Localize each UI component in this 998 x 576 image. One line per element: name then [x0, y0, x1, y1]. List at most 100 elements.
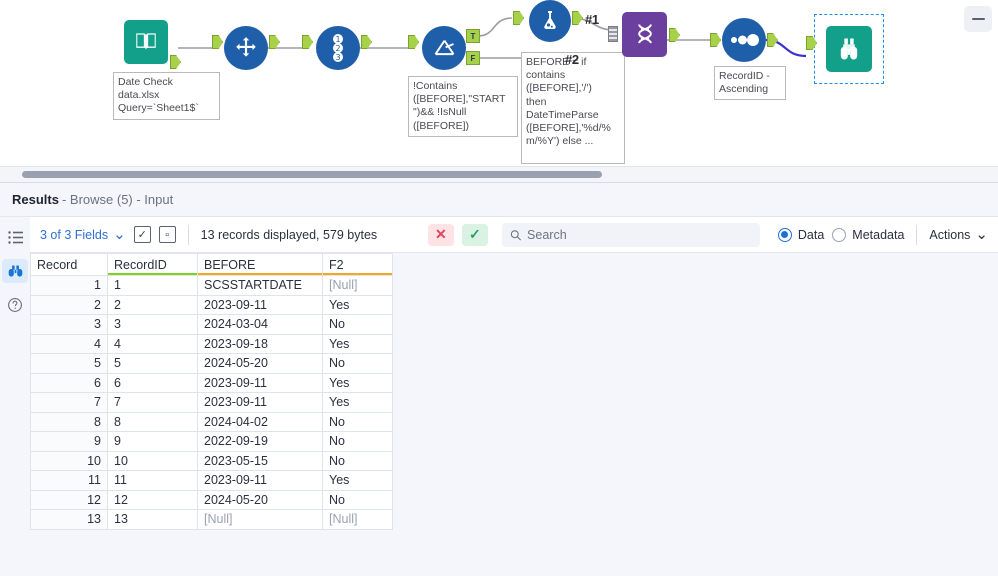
- table-row[interactable]: 6 6 2023-09-11 Yes: [30, 372, 393, 393]
- cancel-button[interactable]: ✕: [427, 223, 454, 246]
- search-input[interactable]: [527, 227, 752, 242]
- table-row[interactable]: 3 3 2024-03-04 No: [30, 314, 393, 335]
- column-header-label: F2: [329, 257, 344, 272]
- cell-before: 2024-04-02: [197, 411, 323, 432]
- sort-tool[interactable]: [710, 18, 778, 62]
- cell-f2: Yes: [322, 470, 393, 491]
- binoculars-icon[interactable]: [2, 259, 28, 283]
- table-row[interactable]: 10 10 2023-05-15 No: [30, 450, 393, 471]
- book-icon: [124, 20, 168, 64]
- search-field[interactable]: [501, 222, 760, 247]
- column-header-label: Record: [37, 257, 78, 272]
- list-view-icon[interactable]: [2, 225, 28, 249]
- table-row[interactable]: 4 4 2023-09-18 Yes: [30, 333, 393, 354]
- formula-annotation: BEFORE = if contains ([BEFORE],'/') then…: [521, 52, 625, 164]
- table-row[interactable]: 12 12 2024-05-20 No: [30, 489, 393, 510]
- column-type-indicator: [108, 272, 197, 275]
- clear-square-icon[interactable]: ▫: [158, 226, 176, 243]
- flask-icon: [529, 0, 571, 42]
- results-subtitle: - Browse (5) - Input: [61, 192, 174, 207]
- search-icon: [510, 229, 521, 240]
- cell-f2: [Null]: [322, 275, 393, 296]
- formula-tool[interactable]: [513, 0, 583, 42]
- cell-before: 2023-09-11: [197, 392, 323, 413]
- filter-annotation: !Contains ([BEFORE],"START ")&& !IsNull …: [408, 76, 518, 137]
- canvas-horizontal-scrollbar[interactable]: [0, 166, 998, 182]
- sort-dots-icon: [722, 18, 766, 62]
- cell-recordid: 1: [107, 275, 198, 296]
- workflow-canvas[interactable]: Date Check data.xlsx Query=`Sheet1$` 1 2…: [0, 0, 998, 166]
- metadata-radio[interactable]: [832, 227, 847, 242]
- cell-record: 3: [30, 314, 108, 335]
- cell-before: 2024-05-20: [197, 353, 323, 374]
- view-option-data[interactable]: Data: [777, 227, 825, 242]
- column-header-before[interactable]: BEFORE: [197, 253, 323, 276]
- cell-f2: Yes: [322, 294, 393, 315]
- cell-record: 7: [30, 392, 108, 413]
- fields-label: 3 of 3 Fields: [40, 227, 109, 242]
- help-icon[interactable]: [2, 293, 28, 317]
- filter-tool[interactable]: T F: [408, 26, 480, 70]
- cell-before: [Null]: [197, 509, 323, 530]
- select-tool[interactable]: [212, 26, 280, 70]
- data-radio[interactable]: [777, 227, 792, 242]
- cell-f2: Yes: [322, 392, 393, 413]
- formula-output-label: #1: [585, 12, 599, 27]
- fields-selector[interactable]: 3 of 3 Fields ⌄: [40, 227, 126, 242]
- view-option-metadata[interactable]: Metadata: [832, 227, 905, 242]
- filter-false-anchor[interactable]: F: [466, 51, 480, 65]
- cell-before: SCSSTARTDATE: [197, 275, 323, 296]
- actions-menu[interactable]: Actions ⌄: [929, 225, 988, 243]
- data-label: Data: [797, 227, 825, 242]
- confirm-button[interactable]: ✓: [461, 223, 488, 246]
- chevron-down-icon: ⌄: [975, 225, 988, 243]
- cell-recordid: 4: [107, 333, 198, 354]
- input-data-tool[interactable]: [124, 20, 181, 69]
- table-row[interactable]: 5 5 2024-05-20 No: [30, 353, 393, 374]
- table-row[interactable]: 1 1 SCSSTARTDATE [Null]: [30, 275, 393, 296]
- results-grid-container[interactable]: Record RecordID BEFORE F2 1 1 SCSSTARTDATE [Nu…: [30, 253, 998, 576]
- svg-text:1: 1: [335, 35, 340, 44]
- check-square-icon[interactable]: ✓: [133, 226, 151, 243]
- cell-f2: Yes: [322, 333, 393, 354]
- cell-before: 2023-09-11: [197, 372, 323, 393]
- actions-label: Actions: [929, 227, 971, 242]
- table-row[interactable]: 11 11 2023-09-11 Yes: [30, 470, 393, 491]
- cell-before: 2023-09-18: [197, 333, 323, 354]
- minimize-icon: [971, 18, 985, 20]
- column-type-indicator: [323, 272, 392, 275]
- column-type-indicator: [198, 272, 322, 275]
- cell-before: 2024-03-04: [197, 314, 323, 335]
- svg-text:3: 3: [335, 53, 340, 62]
- move-arrows-icon: [224, 26, 268, 70]
- results-title-bar: Results - Browse (5) - Input: [0, 183, 998, 217]
- cell-recordid: 6: [107, 372, 198, 393]
- svg-text:2: 2: [335, 44, 340, 53]
- metadata-label: Metadata: [852, 227, 905, 242]
- cell-f2: No: [322, 411, 393, 432]
- column-header-recordid[interactable]: RecordID: [107, 253, 198, 276]
- table-row[interactable]: 13 13 [Null] [Null]: [30, 509, 393, 530]
- cell-recordid: 3: [107, 314, 198, 335]
- results-label: Results: [12, 192, 59, 207]
- cell-recordid: 10: [107, 450, 198, 471]
- union-tool[interactable]: [608, 12, 680, 57]
- column-header-f2[interactable]: F2: [322, 253, 393, 276]
- table-row[interactable]: 7 7 2023-09-11 Yes: [30, 392, 393, 413]
- scrollbar-thumb[interactable]: [22, 171, 602, 178]
- cell-recordid: 5: [107, 353, 198, 374]
- cell-recordid: 9: [107, 431, 198, 452]
- cell-record: 13: [30, 509, 108, 530]
- table-row[interactable]: 9 9 2022-09-19 No: [30, 431, 393, 452]
- table-row[interactable]: 2 2 2023-09-11 Yes: [30, 294, 393, 315]
- union-input-anchors[interactable]: [608, 26, 618, 42]
- column-header-record[interactable]: Record: [30, 253, 108, 276]
- binoculars-icon: [826, 26, 872, 72]
- record-id-tool[interactable]: 1 2 3: [302, 26, 372, 70]
- browse-tool[interactable]: [806, 26, 872, 72]
- input-annotation: Date Check data.xlsx Query=`Sheet1$`: [113, 72, 220, 120]
- filter-true-anchor[interactable]: T: [466, 29, 480, 43]
- collapse-panel-button[interactable]: [964, 6, 992, 32]
- cell-before: 2023-09-11: [197, 470, 323, 491]
- table-row[interactable]: 8 8 2024-04-02 No: [30, 411, 393, 432]
